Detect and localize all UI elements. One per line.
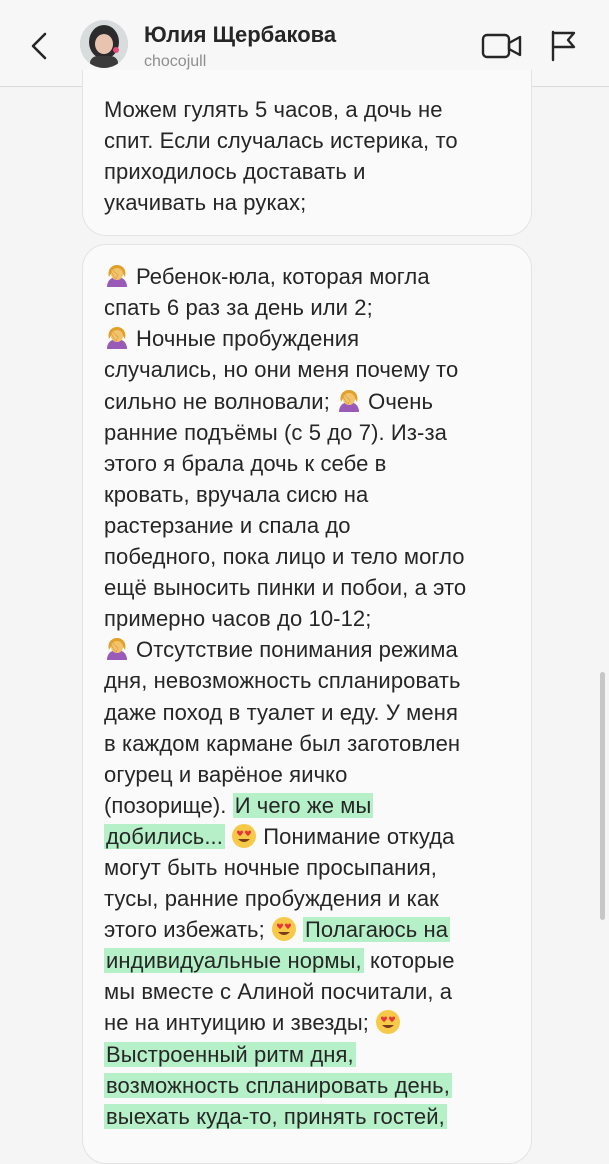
highlighted-text: Выстроенный ритм дня, — [104, 1042, 356, 1067]
message-text-line: Можем гулять 5 часов, а дочь не — [104, 97, 443, 122]
scrollbar[interactable] — [600, 672, 605, 920]
highlighted-text: И чего же мы — [232, 793, 374, 818]
contact-username: chocojull — [144, 53, 207, 70]
highlighted-text: добились... — [104, 824, 225, 849]
message-text-line: добились... Понимание откуда — [104, 823, 455, 849]
message-text-line: возможность спланировать день, — [104, 1070, 452, 1101]
woman-facepalming-emoji-icon — [104, 325, 130, 351]
highlighted-text: возможность спланировать день, — [104, 1073, 452, 1098]
message-text-line: могут быть ночные просыпания, — [104, 855, 438, 880]
message-text-line: спать 6 раз за день или 2; — [104, 295, 373, 320]
flag-icon — [551, 30, 576, 62]
message-text-line: ранние подъёмы (с 5 до 7). Из-за — [104, 420, 447, 445]
message-text-line: спит. Если случалась истерика, то — [104, 128, 458, 153]
heart-eyes-emoji-icon — [375, 1009, 401, 1035]
message-text-line: Отсутствие понимания режима — [104, 634, 458, 665]
woman-facepalming-emoji-icon — [104, 636, 130, 662]
back-button[interactable] — [26, 26, 54, 66]
message-text-line: выехать куда-то, принять гостей, — [104, 1101, 447, 1132]
avatar-image — [80, 20, 128, 68]
message-text-line: Ребенок-юла, которая могла — [104, 261, 430, 292]
heart-eyes-emoji-icon — [231, 823, 257, 849]
avatar[interactable] — [80, 20, 128, 68]
message-text-line: огурец и варёное яичко — [104, 762, 348, 787]
report-button[interactable] — [548, 28, 578, 62]
contact-name[interactable]: Юлия Щербакова — [144, 22, 336, 48]
message-text-line: случались, но они меня почему то — [104, 357, 459, 382]
message-text-line: не на интуицию и звезды; — [104, 1007, 407, 1038]
message-text-line: этого я брала дочь к себе в — [104, 451, 387, 476]
message-text-line: примерно часов до 10-12; — [104, 606, 372, 631]
message-text-line: кровать, вручала сисю на — [104, 482, 369, 507]
message-text-line: победного, пока лицо и тело могло — [104, 544, 465, 569]
message-text-line: приходилось доставать и — [104, 159, 366, 184]
message-text-line: (позорище). И чего же мы — [104, 793, 374, 818]
woman-facepalming-emoji-icon — [336, 388, 362, 414]
message-text-line: Ночные пробуждения — [104, 323, 359, 354]
message-text-line: мы вместе с Алиной посчитали, а — [104, 979, 453, 1004]
message-text-line: тусы, ранние пробуждения и как — [104, 886, 439, 911]
message-text-line: Выстроенный ритм дня, — [104, 1039, 356, 1070]
message-text-line: индивидуальные нормы, которые — [104, 948, 455, 973]
message-text-line: даже поход в туалет и еду. У меня — [104, 700, 458, 725]
video-camera-icon — [481, 33, 522, 59]
message-text-line: сильно не волновали; Очень — [104, 388, 434, 414]
message-text-line: этого избежать; Полагаюсь на — [104, 916, 451, 942]
message-text-line: укачивать на руках; — [104, 190, 307, 215]
highlighted-text: индивидуальные нормы, — [104, 948, 364, 973]
highlighted-text: Полагаюсь на — [303, 917, 451, 942]
message-text-line: дня, невозможность спланировать — [104, 668, 461, 693]
message-text-line: растерзание и спала до — [104, 513, 351, 538]
woman-facepalming-emoji-icon — [104, 263, 130, 289]
chevron-left-icon — [31, 32, 47, 60]
highlighted-text: выехать куда-то, принять гостей, — [104, 1104, 447, 1129]
message-text-line: ещё выносить пинки и побои, а это — [104, 575, 467, 600]
message-text-line: в каждом кармане был заготовлен — [104, 731, 461, 756]
video-call-button[interactable] — [480, 30, 524, 62]
heart-eyes-emoji-icon — [271, 916, 297, 942]
